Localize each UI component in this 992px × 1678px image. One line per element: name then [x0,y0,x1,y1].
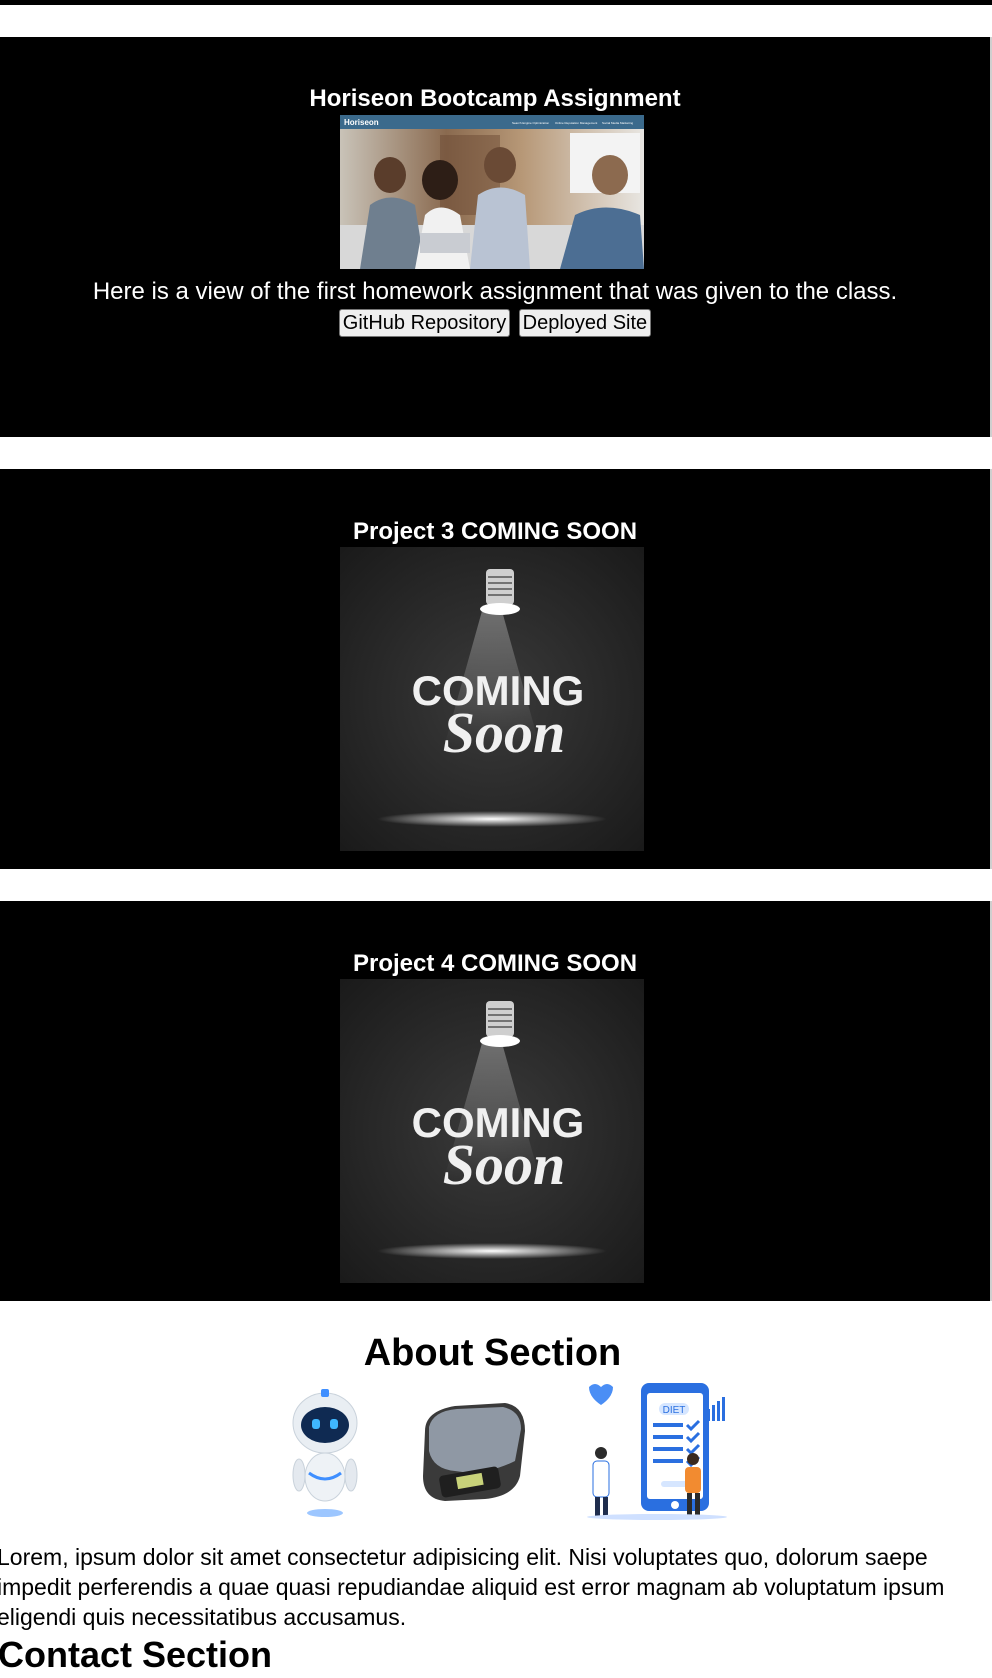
project-card-4: Project 4 COMING SOON COMING Soon [0,901,992,1301]
project-description: Here is a view of the first homework ass… [92,278,898,305]
project-title: Project 4 COMING SOON [352,950,638,977]
about-section-title: About Section [363,1332,622,1374]
svg-text:Social Media Marketing: Social Media Marketing [602,121,634,125]
diet-app-illustration: DIET [577,1379,727,1526]
project-card-horiseon: Horiseon Bootcamp Assignment Horiseon Se… [0,37,992,437]
coming-soon-image: COMING Soon [340,547,644,851]
contact-section-title: Contact Section [0,1634,273,1675]
screenshot-brand: Horiseon [344,118,379,127]
svg-text:Soon: Soon [443,1132,566,1197]
project-title: Project 3 COMING SOON [352,518,638,545]
about-images: DIET [285,1383,735,1535]
about-section-text: Lorem, ipsum dolor sit amet consectetur … [0,1544,945,1630]
project-card-3: Project 3 COMING SOON COMING Soon [0,469,992,869]
svg-text:Soon: Soon [443,700,566,765]
svg-text:DIET: DIET [663,1405,686,1416]
svg-text:Search Engine Optimization: Search Engine Optimization [512,121,550,125]
robot-icon [285,1385,365,1525]
top-border [0,0,992,5]
kitchen-scale-icon [415,1391,530,1516]
project-title: Horiseon Bootcamp Assignment [309,85,681,112]
horiseon-screenshot-image: Horiseon Search Engine Optimization Onli… [340,115,644,269]
project-links: GitHub Repository Deployed Site [0,309,990,337]
svg-text:Online Reputation Management: Online Reputation Management [555,121,598,125]
github-repository-button[interactable]: GitHub Repository [338,309,511,337]
deployed-site-button[interactable]: Deployed Site [518,309,652,337]
coming-soon-image: COMING Soon [340,979,644,1283]
